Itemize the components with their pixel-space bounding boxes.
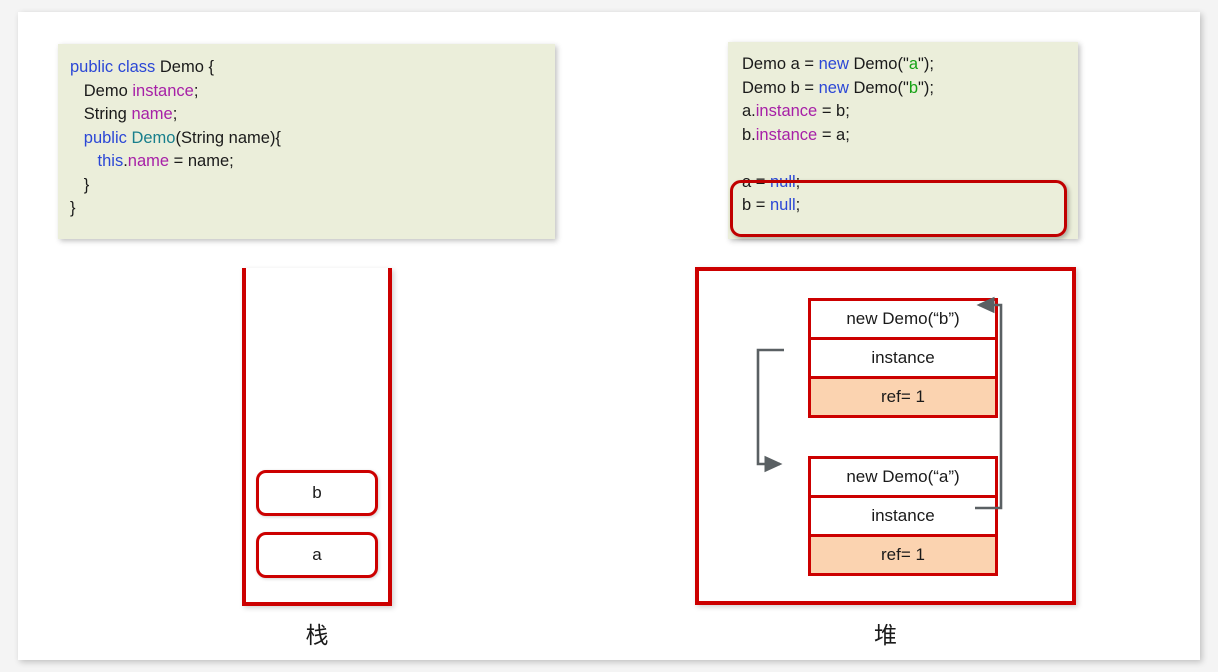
code-token: Demo <box>131 128 176 147</box>
code-token: Demo { <box>159 58 214 76</box>
code-token: null <box>769 172 796 191</box>
heap-object-a: new Demo(“a”) instance ref= 1 <box>808 456 998 576</box>
code-token: ; <box>193 81 199 100</box>
code-token: new <box>818 78 854 97</box>
code-token: b <box>908 78 919 97</box>
code-token: ; <box>172 105 178 123</box>
heap-container: new Demo(“b”) instance ref= 1 new Demo(“… <box>695 267 1076 605</box>
code-token: a = <box>742 172 770 191</box>
code-token: instance <box>132 81 194 100</box>
diagram-page: public class Demo { Demo instance; Strin… <box>0 0 1218 672</box>
code-token: instance <box>755 102 818 120</box>
code-token: ; <box>795 172 801 191</box>
code-token: public class <box>70 58 160 76</box>
heap-object-b-refcount: ref= 1 <box>808 376 998 418</box>
heap-caption: 堆 <box>874 623 897 649</box>
code-token: = name; <box>169 152 234 170</box>
code-token: ; <box>795 196 801 214</box>
code-token: = b; <box>817 102 850 120</box>
code-token: name <box>127 152 170 170</box>
heap-object-a-instance-field: instance <box>808 495 998 537</box>
stack-frame-b[interactable]: b <box>256 470 378 516</box>
heap-object-b: new Demo(“b”) instance ref= 1 <box>808 298 998 418</box>
code-token: Demo <box>70 81 133 100</box>
stack-caption: 栈 <box>305 623 329 649</box>
heap-object-a-refcount: ref= 1 <box>808 534 998 576</box>
code-token: instance <box>755 125 818 144</box>
code-token: name <box>131 105 173 123</box>
code-token: public <box>83 128 132 147</box>
code-block-class-definition: public class Demo { Demo instance; Strin… <box>58 44 555 239</box>
code-token: a. <box>742 102 756 120</box>
code-token: "); <box>918 78 934 97</box>
code-token: b. <box>742 125 756 144</box>
code-token: } <box>70 199 76 217</box>
code-token: Demo(" <box>853 78 909 97</box>
heap-object-a-title: new Demo(“a”) <box>808 456 998 498</box>
code-token: = a; <box>817 125 850 144</box>
code-block-usage: Demo a = new Demo("a"); Demo b = new Dem… <box>728 42 1078 239</box>
code-token: } <box>70 175 90 194</box>
code-token: Demo(" <box>853 55 909 73</box>
code-token: b = <box>742 196 770 214</box>
stack-container: b a <box>242 268 392 606</box>
code-token: a <box>908 55 919 73</box>
code-token: new <box>818 55 854 73</box>
code-token: Demo b = <box>742 78 819 97</box>
code-token: "); <box>918 55 934 73</box>
heap-object-b-title: new Demo(“b”) <box>808 298 998 340</box>
stack-frame-a[interactable]: a <box>256 532 378 578</box>
slide-card: public class Demo { Demo instance; Strin… <box>18 12 1200 660</box>
heap-object-b-instance-field: instance <box>808 337 998 379</box>
code-token: String <box>70 105 132 123</box>
code-token: this <box>97 152 124 170</box>
code-token: (String name){ <box>175 128 281 147</box>
code-token: null <box>769 196 796 214</box>
code-token: Demo a = <box>742 55 819 73</box>
